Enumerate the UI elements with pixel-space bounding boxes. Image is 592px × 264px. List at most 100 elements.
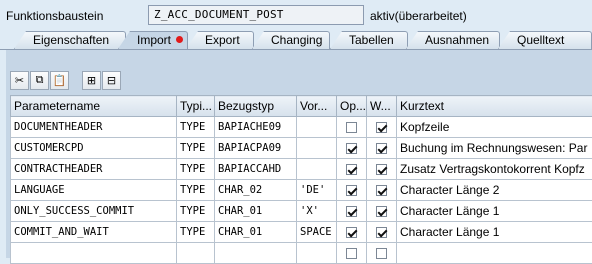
optional-checkbox[interactable] — [346, 143, 357, 154]
cell-pass_value — [367, 117, 397, 138]
status-text: aktiv(überarbeitet) — [370, 9, 467, 23]
tab-label: Eigenschaften — [33, 33, 109, 47]
insert-row-button[interactable]: ⊞ — [82, 71, 101, 90]
function-module-label: Funktionsbaustein — [6, 9, 103, 23]
cell-optional — [337, 180, 367, 201]
col-parametername-header[interactable]: Parametername — [11, 96, 177, 117]
cut-icon: ✂ — [15, 74, 24, 87]
cell-optional — [337, 159, 367, 180]
pass-value-checkbox[interactable] — [376, 227, 387, 238]
col-typing-header[interactable]: Typi... — [177, 96, 215, 117]
optional-checkbox[interactable] — [346, 122, 357, 133]
table-row: LANGUAGETYPECHAR_02'DE' Character Länge 2 — [11, 180, 592, 201]
copy-icon: ⧉ — [36, 74, 44, 87]
tab-export[interactable]: Export — [186, 31, 254, 49]
col-pass-value-header[interactable]: W... — [367, 96, 397, 117]
delete-row-button[interactable]: ⊟ — [102, 71, 121, 90]
pass-value-checkbox[interactable] — [376, 185, 387, 196]
optional-checkbox[interactable] — [346, 185, 357, 196]
pass-value-checkbox[interactable] — [376, 122, 387, 133]
cell-name[interactable]: DOCUMENTHEADER — [11, 117, 177, 138]
cell-pass_value — [367, 180, 397, 201]
col-kurztext-header[interactable]: Kurztext — [397, 96, 592, 117]
cell-name[interactable]: CUSTOMERCPD — [11, 138, 177, 159]
cell-typing[interactable]: TYPE — [177, 222, 215, 243]
paste-button[interactable]: 📋 — [50, 71, 69, 90]
cut-button[interactable]: ✂ — [10, 71, 29, 90]
insert-row-icon: ⊞ — [87, 74, 96, 87]
function-module-name-field[interactable]: Z_ACC_DOCUMENT_POST — [148, 5, 364, 25]
cell-kurztext[interactable]: Character Länge 1 — [397, 222, 592, 243]
cell-name[interactable]: LANGUAGE — [11, 180, 177, 201]
tab-label: Export — [205, 33, 240, 47]
tab-strip: Eigenschaften Import Export Changing Tabelle… — [0, 31, 592, 50]
cell-default[interactable] — [297, 159, 337, 180]
cell-typing[interactable]: TYPE — [177, 201, 215, 222]
cell-ref[interactable]: BAPIACCAHD — [215, 159, 297, 180]
cell-kurztext[interactable]: Buchung im Rechnungswesen: Par — [397, 138, 592, 159]
cell-kurztext[interactable]: Character Länge 1 — [397, 201, 592, 222]
cell-name[interactable] — [11, 243, 177, 264]
cell-typing[interactable]: TYPE — [177, 180, 215, 201]
changed-marker-icon — [176, 36, 183, 43]
cell-typing[interactable]: TYPE — [177, 117, 215, 138]
cell-optional — [337, 243, 367, 264]
table-row: DOCUMENTHEADERTYPEBAPIACHE09 Kopfzeile — [11, 117, 592, 138]
cell-optional — [337, 222, 367, 243]
parameter-table: ParameternameTypi...BezugstypVor...Op...… — [10, 95, 592, 264]
tab-ausnahmen[interactable]: Ausnahmen — [406, 31, 500, 49]
tab-tabellen[interactable]: Tabellen — [330, 31, 408, 49]
cell-typing[interactable]: TYPE — [177, 138, 215, 159]
delete-row-icon: ⊟ — [107, 74, 116, 87]
tab-label: Quelltext — [517, 33, 564, 47]
cell-kurztext[interactable]: Kopfzeile — [397, 117, 592, 138]
cell-ref[interactable]: BAPIACPA09 — [215, 138, 297, 159]
cell-ref[interactable]: BAPIACHE09 — [215, 117, 297, 138]
cell-ref[interactable] — [215, 243, 297, 264]
cell-name[interactable]: ONLY_SUCCESS_COMMIT — [11, 201, 177, 222]
tab-changing[interactable]: Changing — [252, 31, 330, 49]
cell-optional — [337, 138, 367, 159]
cell-default[interactable] — [297, 138, 337, 159]
cell-kurztext[interactable]: Zusatz Vertragskontokorrent Kopfz — [397, 159, 592, 180]
optional-checkbox[interactable] — [346, 206, 357, 217]
cell-typing[interactable] — [177, 243, 215, 264]
cell-ref[interactable]: CHAR_01 — [215, 222, 297, 243]
tab-import[interactable]: Import — [118, 31, 188, 49]
pass-value-checkbox[interactable] — [376, 143, 387, 154]
tab-label: Ausnahmen — [425, 33, 489, 47]
cell-default[interactable]: 'DE' — [297, 180, 337, 201]
tab-quelltext[interactable]: Quelltext — [498, 31, 592, 49]
table-row: COMMIT_AND_WAITTYPECHAR_01SPACE Character… — [11, 222, 592, 243]
table-row — [11, 243, 592, 264]
cell-default[interactable] — [297, 117, 337, 138]
cell-pass_value — [367, 138, 397, 159]
pass-value-checkbox[interactable] — [376, 206, 387, 217]
cell-pass_value — [367, 222, 397, 243]
cell-kurztext[interactable]: Character Länge 2 — [397, 180, 592, 201]
cell-name[interactable]: COMMIT_AND_WAIT — [11, 222, 177, 243]
cell-pass_value — [367, 243, 397, 264]
table-row: CUSTOMERCPDTYPEBAPIACPA09 Buchung im Rech… — [11, 138, 592, 159]
cell-typing[interactable]: TYPE — [177, 159, 215, 180]
col-default-header[interactable]: Vor... — [297, 96, 337, 117]
col-optional-header[interactable]: Op... — [337, 96, 367, 117]
cell-default[interactable]: 'X' — [297, 201, 337, 222]
cell-optional — [337, 201, 367, 222]
cell-ref[interactable]: CHAR_02 — [215, 180, 297, 201]
cell-default[interactable] — [297, 243, 337, 264]
tab-eigenschaften[interactable]: Eigenschaften — [14, 31, 126, 49]
tab-label: Changing — [271, 33, 322, 47]
optional-checkbox[interactable] — [346, 164, 357, 175]
paste-icon: 📋 — [53, 74, 67, 87]
pass-value-checkbox[interactable] — [376, 164, 387, 175]
cell-pass_value — [367, 159, 397, 180]
cell-ref[interactable]: CHAR_01 — [215, 201, 297, 222]
col-bezugstyp-header[interactable]: Bezugstyp — [215, 96, 297, 117]
cell-kurztext[interactable] — [397, 243, 592, 264]
cell-name[interactable]: CONTRACTHEADER — [11, 159, 177, 180]
copy-button[interactable]: ⧉ — [30, 71, 49, 90]
cell-optional — [337, 117, 367, 138]
cell-default[interactable]: SPACE — [297, 222, 337, 243]
optional-checkbox[interactable] — [346, 227, 357, 238]
